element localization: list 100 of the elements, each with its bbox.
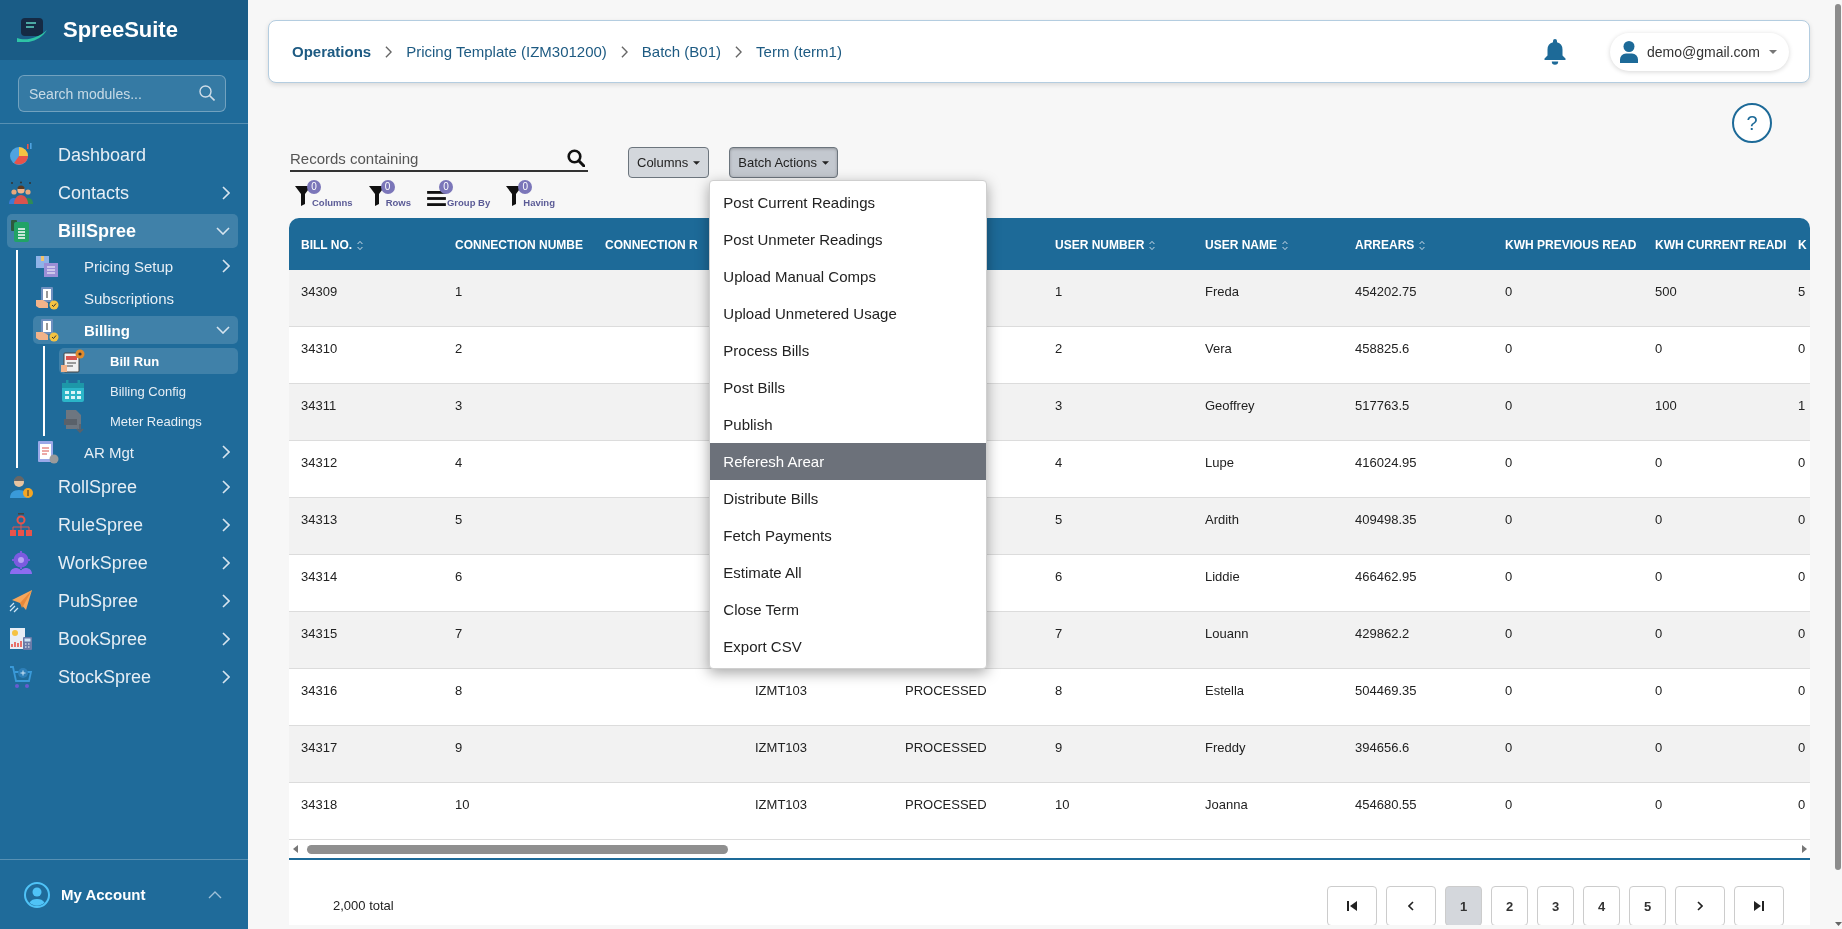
table-cell-text: 0 bbox=[1797, 739, 1807, 757]
table-cell-text: 4 bbox=[454, 454, 464, 472]
table-cell-text: IZMT103 bbox=[754, 682, 808, 700]
people-group-icon bbox=[9, 181, 33, 205]
scrollbar-thumb[interactable] bbox=[1835, 4, 1841, 870]
help-button[interactable]: ? bbox=[1732, 103, 1772, 143]
table-cell-text: 8 bbox=[1054, 682, 1064, 700]
sidebar-item[interactable]: RollSpree bbox=[7, 470, 238, 504]
last-page-button[interactable] bbox=[1734, 886, 1784, 925]
table-cell-text: 0 bbox=[1504, 397, 1514, 415]
table-cell-text: 0 bbox=[1504, 283, 1514, 301]
table-cell-text: Joanna bbox=[1204, 796, 1249, 814]
menu-item[interactable]: Process Bills bbox=[710, 332, 987, 369]
arrow-left-icon[interactable] bbox=[293, 845, 298, 853]
count-badge: 0 bbox=[518, 180, 533, 194]
menu-item[interactable]: Upload Unmetered Usage bbox=[710, 295, 987, 332]
calendar-icon bbox=[61, 379, 85, 403]
menu-item[interactable]: Estimate All bbox=[710, 554, 987, 591]
search-field[interactable]: Records containing bbox=[290, 147, 588, 172]
total-count: 2,000 total bbox=[333, 897, 394, 915]
menu-item[interactable]: Post Unmeter Readings bbox=[710, 221, 987, 258]
sidebar-item[interactable]: Subscriptions bbox=[33, 284, 238, 312]
column-header[interactable]: USER NAME bbox=[1205, 238, 1288, 252]
sidebar-item[interactable]: Contacts bbox=[7, 176, 238, 210]
menu-item[interactable]: Distribute Bills bbox=[710, 480, 987, 517]
breadcrumb-link[interactable]: Term (term1) bbox=[756, 43, 842, 60]
chevron-right-icon bbox=[735, 45, 743, 58]
table-cell-text: 454680.55 bbox=[1354, 796, 1418, 814]
account-menu[interactable]: My Account bbox=[0, 859, 248, 929]
first-page-button[interactable] bbox=[1327, 886, 1377, 925]
breadcrumb-link[interactable]: Batch (B01) bbox=[641, 43, 722, 60]
sidebar-item[interactable]: BookSpree bbox=[7, 622, 238, 656]
table-cell-text: 0 bbox=[1797, 340, 1807, 358]
table-cell-text: 5 bbox=[1797, 283, 1807, 301]
arrow-right-icon[interactable] bbox=[1802, 845, 1807, 853]
person-coin-icon bbox=[9, 475, 33, 499]
table-cell-text: 4 bbox=[1054, 454, 1064, 472]
menu-item[interactable]: Export CSV bbox=[710, 628, 987, 665]
search-icon[interactable] bbox=[567, 149, 585, 167]
column-header[interactable]: USER NUMBER bbox=[1055, 238, 1156, 252]
sidebar-item[interactable]: BillSpree bbox=[7, 214, 238, 248]
sidebar-item[interactable]: StockSpree bbox=[7, 660, 238, 694]
sidebar-item[interactable]: Bill Run bbox=[59, 348, 238, 374]
sidebar-item[interactable]: RuleSpree bbox=[7, 508, 238, 542]
page-button[interactable]: 3 bbox=[1537, 886, 1574, 925]
group-by-button[interactable]: Group By 0 bbox=[427, 180, 491, 208]
scrollbar-thumb[interactable] bbox=[307, 844, 728, 854]
arrow-down-icon[interactable] bbox=[1834, 922, 1842, 926]
column-header: CONNECTION NUMBE bbox=[455, 238, 583, 252]
column-header: K bbox=[1798, 238, 1807, 252]
person-icon bbox=[1619, 40, 1638, 63]
bell-icon[interactable] bbox=[1542, 38, 1567, 65]
table-cell-text: 34318 bbox=[300, 796, 339, 814]
menu-item[interactable]: Upload Manual Comps bbox=[710, 258, 987, 295]
sidebar-item[interactable]: Pricing Setup bbox=[33, 252, 238, 280]
menu-item[interactable]: Post Current Readings bbox=[710, 184, 987, 221]
table-cell-text: 500 bbox=[1654, 283, 1678, 301]
table-cell-text: 5 bbox=[1054, 511, 1064, 529]
menu-item[interactable]: Close Term bbox=[710, 591, 987, 628]
menu-item[interactable]: Fetch Payments bbox=[710, 517, 987, 554]
table-cell-text: 34310 bbox=[300, 340, 339, 358]
table-cell-text: 458825.6 bbox=[1354, 340, 1411, 358]
page-button[interactable]: 2 bbox=[1491, 886, 1528, 925]
sidebar-item[interactable]: AR Mgt bbox=[33, 438, 238, 466]
sidebar-item[interactable]: PubSpree bbox=[7, 584, 238, 618]
dropdown-button[interactable]: Columns bbox=[628, 147, 710, 178]
breadcrumb-link[interactable]: Operations bbox=[292, 43, 372, 60]
sidebar-item[interactable]: Billing Config bbox=[59, 378, 238, 404]
table-cell-text: 0 bbox=[1504, 340, 1514, 358]
breadcrumb-link[interactable]: Pricing Template (IZM301200) bbox=[406, 43, 607, 60]
document-gear-icon bbox=[61, 349, 85, 373]
table-cell-text: 0 bbox=[1654, 511, 1664, 529]
table-cell-text: 0 bbox=[1797, 511, 1807, 529]
column-header: CONNECTION R bbox=[605, 238, 698, 252]
sidebar-item[interactable]: Dashboard bbox=[7, 138, 238, 172]
table-cell-text: 7 bbox=[454, 625, 464, 643]
gear-people-icon bbox=[9, 551, 33, 575]
table-cell-text: 1 bbox=[1054, 283, 1064, 301]
sort-icon bbox=[1149, 239, 1156, 251]
menu-item[interactable]: Post Bills bbox=[710, 369, 987, 406]
sidebar-item[interactable]: Billing bbox=[33, 316, 238, 344]
column-header[interactable]: ARREARS bbox=[1355, 238, 1426, 252]
page-button[interactable]: 5 bbox=[1629, 886, 1666, 925]
sidebar-item[interactable]: WorkSpree bbox=[7, 546, 238, 580]
page-button[interactable]: 4 bbox=[1583, 886, 1620, 925]
menu-item[interactable]: Publish bbox=[710, 406, 987, 443]
count-badge: 0 bbox=[380, 180, 395, 194]
dropdown-button[interactable]: Batch Actions bbox=[729, 147, 839, 178]
table-cell-text: 0 bbox=[1504, 511, 1514, 529]
user-menu-button[interactable]: demo@gmail.com bbox=[1609, 32, 1789, 71]
pie-chart-icon bbox=[9, 143, 33, 167]
filter-button[interactable]: Having 0 bbox=[506, 180, 555, 208]
table-cell-text: Liddie bbox=[1204, 568, 1241, 586]
column-header[interactable]: BILL NO. bbox=[301, 238, 364, 252]
sidebar-item[interactable]: Meter Readings bbox=[59, 408, 238, 434]
filter-button[interactable]: Rows 0 bbox=[368, 180, 411, 208]
column-header: KWH CURRENT READI bbox=[1655, 238, 1787, 252]
menu-item[interactable]: Referesh Arear bbox=[710, 443, 987, 480]
page-button[interactable]: 1 bbox=[1445, 886, 1482, 925]
filter-button[interactable]: Columns 0 bbox=[295, 180, 353, 208]
